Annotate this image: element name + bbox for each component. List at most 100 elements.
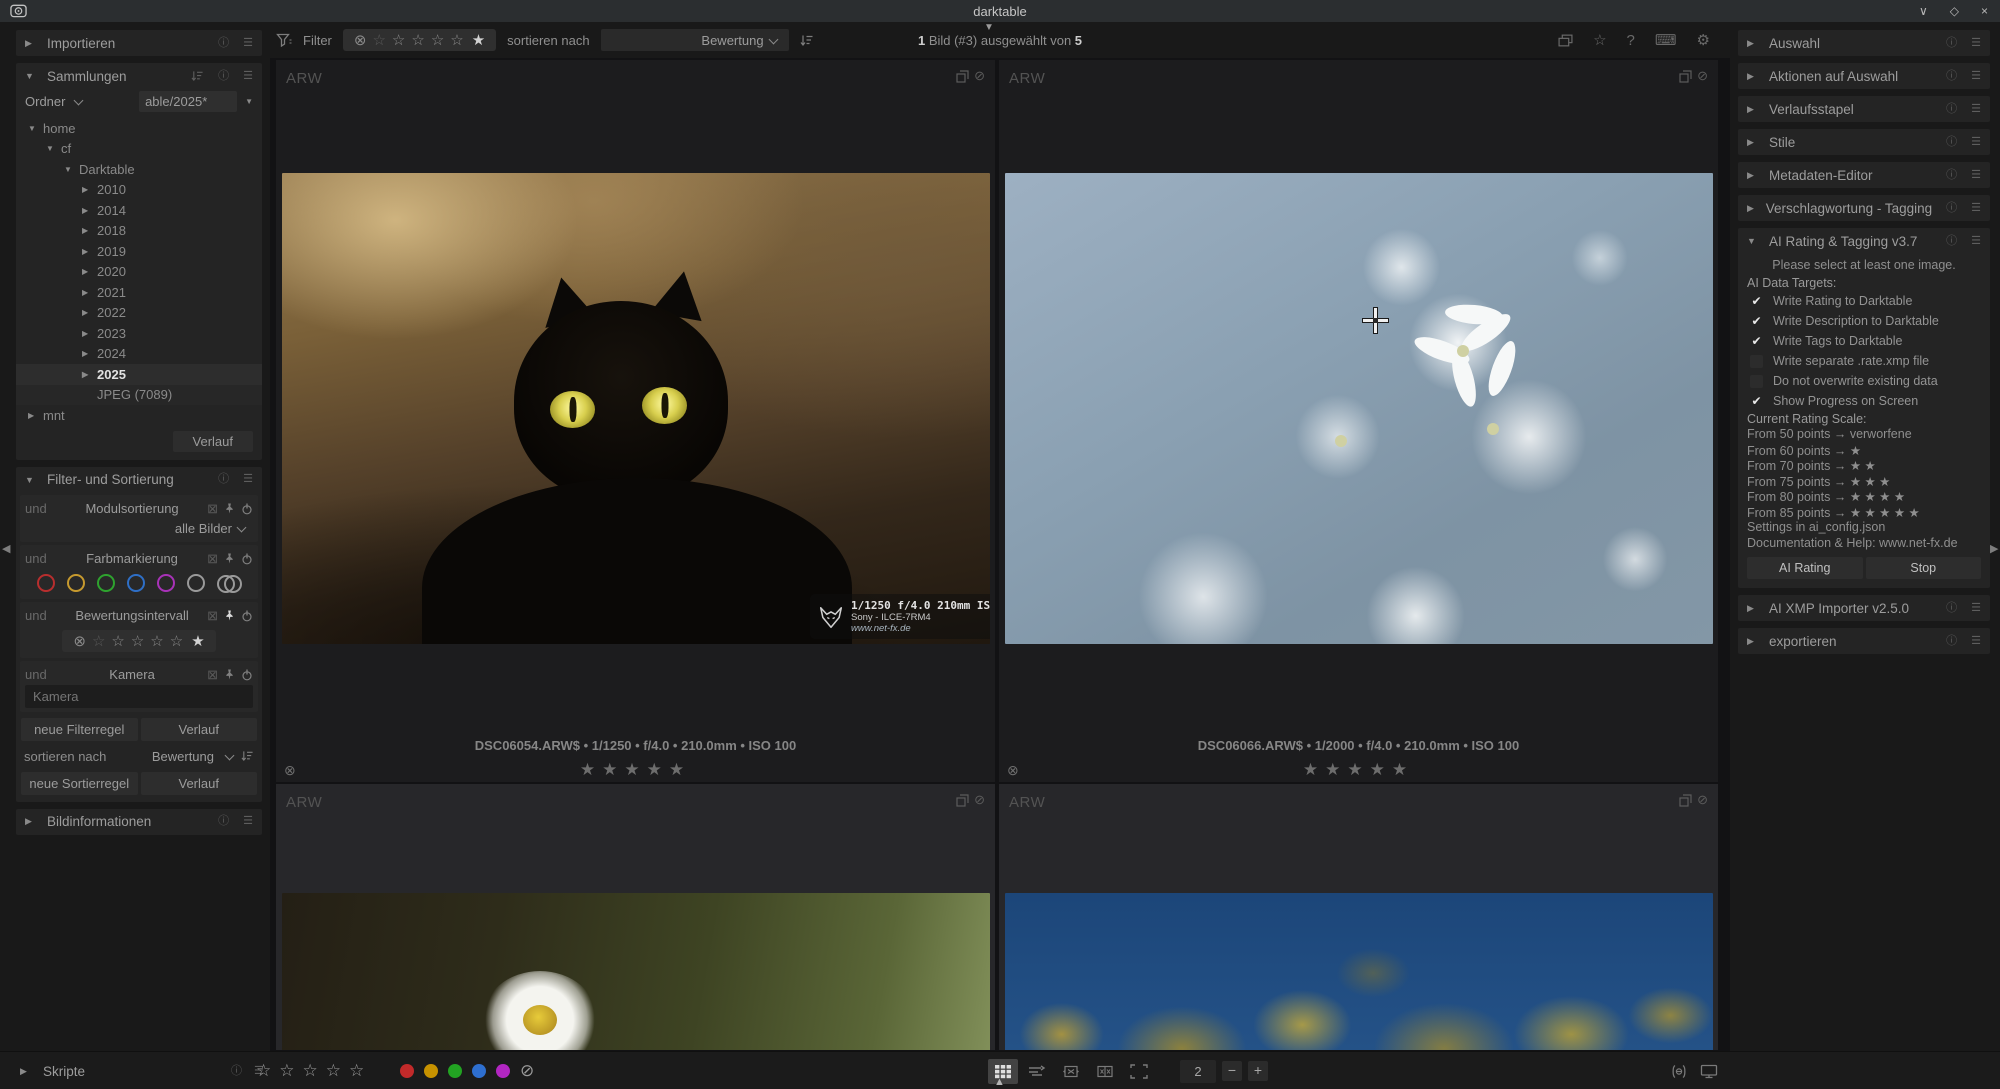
five-star-icon[interactable]: ★ xyxy=(472,31,485,49)
thumbnail-image-black-cat[interactable]: 1/1250 f/4.0 210mm IS Sony - ILCE-7RM4 w… xyxy=(282,173,990,644)
presets-icon[interactable]: ⓘ xyxy=(1946,71,1957,82)
presets-icon[interactable]: ⓘ xyxy=(1946,170,1957,181)
checkbox[interactable]: ✔ xyxy=(1750,395,1763,408)
presets-icon[interactable]: ⓘ xyxy=(1946,603,1957,614)
thumbnail-image-yellow-flowers[interactable] xyxy=(1005,893,1713,1050)
grouping-icon[interactable] xyxy=(1558,34,1573,47)
collapsed-arrow-icon[interactable]: ▶ xyxy=(1747,636,1760,647)
option-no-overwrite[interactable]: Do not overwrite existing data xyxy=(1747,371,1981,391)
ai-rating-header[interactable]: ▼ AI Rating & Tagging v3.7 ⓘ☰ xyxy=(1738,228,1990,254)
thumbnail-cell-daisy[interactable]: ARW ⊘ xyxy=(276,784,995,1050)
collections-history-button[interactable]: Verlauf xyxy=(173,431,253,452)
thumbnail-cell-yellow-flowers[interactable]: ARW ⊘ xyxy=(999,784,1718,1050)
menu-icon[interactable]: ☰ xyxy=(1971,170,1981,181)
expanded-arrow-icon[interactable]: ▼ xyxy=(25,71,38,81)
new-filter-rule-button[interactable]: neue Filterregel xyxy=(21,718,138,741)
green-label-button[interactable] xyxy=(448,1064,462,1078)
thumbnail-image-daisy[interactable] xyxy=(282,893,990,1050)
presets-icon[interactable]: ⓘ xyxy=(218,474,229,485)
zero-star-icon[interactable]: ☆ xyxy=(92,632,105,650)
collapsed-arrow-icon[interactable]: ▶ xyxy=(1747,170,1760,181)
culling-dynamic-button[interactable] xyxy=(1056,1059,1086,1084)
collection-path-input[interactable] xyxy=(139,91,237,112)
presets-icon[interactable]: ⓘ xyxy=(1946,636,1957,647)
styles-module-header[interactable]: ▶ Stile ⓘ☰ xyxy=(1738,129,1990,155)
reject-filter-icon[interactable]: ⊗ xyxy=(354,31,367,49)
collapsed-arrow-icon[interactable]: ▶ xyxy=(25,816,38,827)
menu-icon[interactable]: ☰ xyxy=(243,38,253,49)
checkbox[interactable]: ✔ xyxy=(1750,315,1763,328)
history-dropdown-icon[interactable]: ▼ xyxy=(245,97,253,106)
collapsed-arrow-icon[interactable]: ▶ xyxy=(1747,104,1760,115)
power-icon[interactable] xyxy=(241,553,253,565)
expand-arrow[interactable]: ▶ xyxy=(82,370,97,379)
expand-arrow[interactable]: ▶ xyxy=(82,349,97,358)
checkbox[interactable] xyxy=(1750,355,1763,368)
rating-stars-control[interactable]: ☆☆☆☆☆ xyxy=(256,1061,372,1081)
presets-icon[interactable]: ⓘ xyxy=(218,38,229,49)
sort-lines-icon[interactable] xyxy=(191,70,204,82)
presets-icon[interactable]: ⓘ xyxy=(1946,236,1957,247)
yellow-label-button[interactable] xyxy=(424,1064,438,1078)
expand-arrow[interactable]: ▼ xyxy=(46,144,61,153)
expand-arrow[interactable]: ▶ xyxy=(82,267,97,276)
remove-rule-icon[interactable]: ⊠ xyxy=(207,608,218,624)
expand-arrow[interactable]: ▶ xyxy=(82,308,97,317)
right-panel-collapse-arrow[interactable]: ▶ xyxy=(1990,542,1998,555)
metadata-editor-module-header[interactable]: ▶ Metadaten-Editor ⓘ☰ xyxy=(1738,162,1990,188)
ai-stop-button[interactable]: Stop xyxy=(1866,557,1982,579)
tagging-module-header[interactable]: ▶ Verschlagwortung - Tagging ⓘ☰ xyxy=(1738,195,1990,221)
checkbox[interactable]: ✔ xyxy=(1750,295,1763,308)
purple-color-circle[interactable] xyxy=(157,574,175,592)
option-separate-xmp[interactable]: Write separate .rate.xmp file xyxy=(1747,351,1981,371)
pin-icon[interactable] xyxy=(224,553,235,564)
checkbox[interactable] xyxy=(1750,375,1763,388)
all-colors-circle[interactable] xyxy=(217,575,241,591)
remove-rule-icon[interactable]: ⊠ xyxy=(207,501,218,517)
zero-star-icon[interactable]: ☆ xyxy=(372,31,385,49)
tree-item-home[interactable]: ▼home xyxy=(16,118,262,139)
thumbnail-cell-dsc06066[interactable]: ARW ⊘ DSC06066.ARW$ • 1/2000 • f/4.0 • 2… xyxy=(999,60,1718,782)
menu-icon[interactable]: ☰ xyxy=(243,71,253,82)
purple-label-button[interactable] xyxy=(496,1064,510,1078)
culling-fixed-button[interactable] xyxy=(1090,1059,1120,1084)
checkbox[interactable]: ✔ xyxy=(1750,335,1763,348)
tree-item-2022[interactable]: ▶2022 xyxy=(16,303,262,324)
expanded-arrow-icon[interactable]: ▼ xyxy=(25,475,38,485)
tree-item-darktable[interactable]: ▼Darktable xyxy=(16,159,262,180)
tree-item-cf[interactable]: ▼cf xyxy=(16,139,262,160)
camera-filter-input[interactable] xyxy=(25,685,253,708)
collapsed-arrow-icon[interactable]: ▶ xyxy=(1747,38,1760,49)
menu-icon[interactable]: ☰ xyxy=(1971,104,1981,115)
gray-color-circle[interactable] xyxy=(187,574,205,592)
module-order-value[interactable]: alle Bilder xyxy=(175,521,232,536)
presets-icon[interactable]: ⓘ xyxy=(1946,104,1957,115)
menu-icon[interactable]: ☰ xyxy=(243,816,253,827)
menu-icon[interactable]: ☰ xyxy=(1971,71,1981,82)
ai-xmp-importer-header[interactable]: ▶ AI XMP Importer v2.5.0 ⓘ☰ xyxy=(1738,595,1990,621)
new-sort-rule-button[interactable]: neue Sortierregel xyxy=(21,772,138,795)
help-icon[interactable]: ? xyxy=(1627,32,1635,49)
expand-arrow[interactable]: ▶ xyxy=(82,329,97,338)
maximize-button[interactable]: ◇ xyxy=(1950,4,1959,18)
reject-filter-icon[interactable]: ⊗ xyxy=(73,632,86,650)
thumbnail-image-white-blossoms[interactable] xyxy=(1005,173,1713,644)
presets-icon[interactable]: ⓘ xyxy=(218,816,229,827)
collapsed-arrow-icon[interactable]: ▶ xyxy=(1747,137,1760,148)
remove-rule-icon[interactable]: ⊠ xyxy=(207,667,218,683)
menu-icon[interactable]: ☰ xyxy=(1971,636,1981,647)
presets-icon[interactable]: ⓘ xyxy=(1946,137,1957,148)
collapsed-arrow-icon[interactable]: ▶ xyxy=(25,38,38,49)
blue-color-circle[interactable] xyxy=(127,574,145,592)
tree-item-jpeg[interactable]: JPEG (7089) xyxy=(16,385,262,406)
presets-icon[interactable]: ⓘ xyxy=(231,1066,242,1077)
zoom-level-input[interactable]: 2 xyxy=(1180,1060,1216,1083)
clear-label-button[interactable]: ⊘ xyxy=(520,1061,534,1081)
collapsed-arrow-icon[interactable]: ▶ xyxy=(20,1066,33,1077)
tree-item-2018[interactable]: ▶2018 xyxy=(16,221,262,242)
selection-module-header[interactable]: ▶ Auswahl ⓘ☰ xyxy=(1738,30,1990,56)
power-icon[interactable] xyxy=(241,669,253,681)
power-icon[interactable] xyxy=(241,503,253,515)
scripts-module-header[interactable]: Skripte xyxy=(43,1064,85,1079)
green-color-circle[interactable] xyxy=(97,574,115,592)
